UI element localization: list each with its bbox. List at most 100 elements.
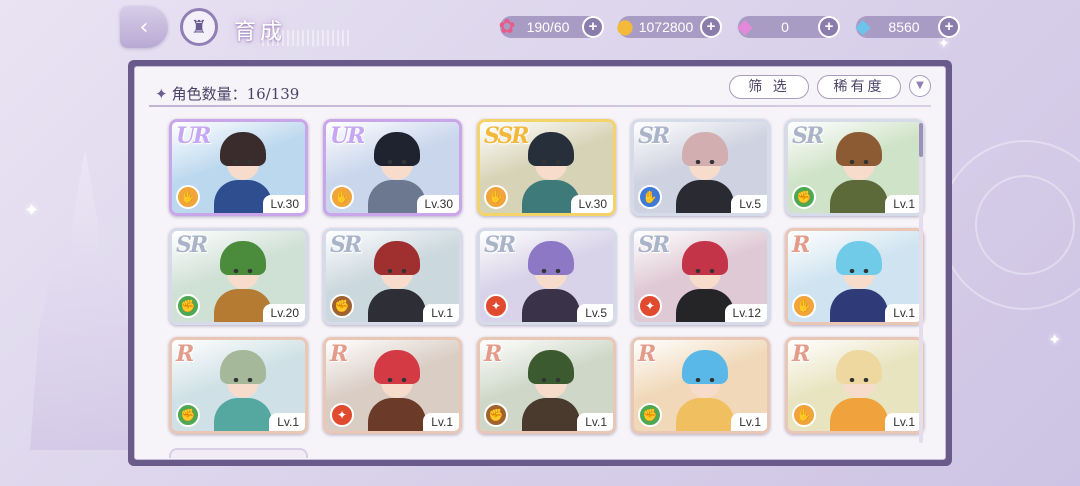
- home-button[interactable]: ♜: [180, 8, 218, 46]
- character-card[interactable]: UR ✋ Lv.30: [169, 119, 308, 216]
- element-type-icon: ✋: [638, 185, 662, 209]
- element-type-icon: ✊: [176, 294, 200, 318]
- element-type-icon: ✊: [484, 403, 508, 427]
- portrait-outfit: [830, 180, 888, 213]
- sparkle-decoration: ✦: [1048, 330, 1062, 349]
- candy-icon: ✿: [498, 14, 516, 38]
- character-card[interactable]: SR ✦ Lv.5: [477, 228, 616, 325]
- portrait-outfit: [368, 398, 426, 431]
- blue-diamond-icon: ◆: [855, 14, 871, 38]
- sort-order-toggle[interactable]: ▼: [909, 75, 931, 97]
- element-type-icon: ✋: [176, 185, 200, 209]
- character-card[interactable]: R ✊ Lv.1: [631, 337, 770, 434]
- rarity-badge: SR: [638, 232, 670, 258]
- level-label: Lv.5: [577, 304, 613, 322]
- add-gold-button[interactable]: +: [700, 16, 722, 38]
- element-type-icon: ✊: [792, 185, 816, 209]
- character-count-text: 角色数量：16/139: [171, 85, 300, 103]
- level-label: Lv.1: [423, 413, 459, 431]
- character-card[interactable]: SR ✊ Lv.1: [323, 228, 462, 325]
- rarity-badge: SSR: [484, 123, 530, 149]
- character-card[interactable]: R ✊ Lv.1: [477, 337, 616, 434]
- character-card[interactable]: R ✋ Lv.1: [785, 337, 924, 434]
- level-label: Lv.30: [570, 195, 613, 213]
- add-pink-gem-button[interactable]: +: [818, 16, 840, 38]
- pink-diamond-icon: ◆: [737, 14, 753, 38]
- rarity-badge: R: [330, 341, 348, 367]
- portrait-eyes: [233, 160, 253, 164]
- element-type-icon: ✊: [330, 294, 354, 318]
- character-card[interactable]: SR ✦ Lv.12: [631, 228, 770, 325]
- character-card[interactable]: SR ✋ Lv.5: [631, 119, 770, 216]
- rarity-badge: UR: [330, 123, 365, 149]
- rarity-badge: UR: [176, 123, 211, 149]
- portrait-eyes: [233, 378, 253, 382]
- element-type-icon: ✦: [638, 294, 662, 318]
- scrollbar-thumb[interactable]: [919, 123, 923, 157]
- sparkle-decoration: ✦: [938, 36, 950, 52]
- resource-gold: ● 1072800 +: [616, 14, 722, 38]
- portrait-outfit: [830, 289, 888, 322]
- character-portrait: [522, 350, 580, 431]
- character-card[interactable]: UR ✋ Lv.30: [323, 119, 462, 216]
- rarity-badge: R: [792, 341, 810, 367]
- rarity-badge: R: [176, 341, 194, 367]
- character-card[interactable]: R ✊ Lv.1: [169, 337, 308, 434]
- character-card[interactable]: SR ✊ Lv.1: [785, 119, 924, 216]
- element-type-icon: ✋: [484, 185, 508, 209]
- level-label: Lv.1: [885, 304, 921, 322]
- level-label: Lv.1: [577, 413, 613, 431]
- header-divider: [149, 105, 931, 107]
- rarity-badge: SR: [484, 232, 516, 258]
- portrait-eyes: [541, 160, 561, 164]
- portrait-outfit: [676, 398, 734, 431]
- sparkle-icon: ✦: [155, 85, 168, 103]
- rarity-badge: SR: [792, 123, 824, 149]
- portrait-eyes: [387, 378, 407, 382]
- character-portrait: [368, 241, 426, 322]
- rarity-badge: R: [638, 341, 656, 367]
- add-stamina-button[interactable]: +: [582, 16, 604, 38]
- resource-blue-gem: ◆ 8560 +: [855, 14, 960, 38]
- add-blue-gem-button[interactable]: +: [938, 16, 960, 38]
- rarity-badge: SR: [176, 232, 208, 258]
- element-type-icon: ✦: [484, 294, 508, 318]
- character-card[interactable]: SSR ✋ Lv.30: [477, 119, 616, 216]
- character-card[interactable]: R ✦ Lv.1: [323, 337, 462, 434]
- character-portrait: [522, 241, 580, 322]
- portrait-eyes: [695, 269, 715, 273]
- character-portrait: [830, 350, 888, 431]
- character-count: ✦ 角色数量：16/139: [155, 83, 299, 104]
- portrait-eyes: [849, 269, 869, 273]
- character-card[interactable]: R ✋ Lv.1: [785, 228, 924, 325]
- portrait-eyes: [849, 378, 869, 382]
- level-label: Lv.30: [262, 195, 305, 213]
- background-ferris-wheel-inner: [975, 175, 1075, 275]
- title-decoration: [262, 30, 352, 46]
- sort-rarity-button[interactable]: 稀有度: [817, 75, 901, 99]
- level-label: Lv.1: [423, 304, 459, 322]
- element-type-icon: ✊: [176, 403, 200, 427]
- sparkle-decoration: ✦: [24, 200, 40, 221]
- back-arrow-icon: ‹: [139, 14, 149, 40]
- back-button[interactable]: ‹: [120, 6, 168, 48]
- portrait-outfit: [368, 289, 426, 322]
- character-portrait: [830, 132, 888, 213]
- resource-pink-gem: ◆ 0 +: [737, 14, 840, 38]
- level-label: Lv.20: [262, 304, 305, 322]
- portrait-eyes: [695, 160, 715, 164]
- character-card-partial[interactable]: [169, 448, 308, 458]
- castle-home-icon: ♜: [190, 16, 208, 38]
- level-label: Lv.1: [731, 413, 767, 431]
- element-type-icon: ✊: [638, 403, 662, 427]
- character-panel-inner: ✦ 角色数量：16/139 筛 选 稀有度 ▼ UR ✋ Lv.30 UR ✋ L…: [134, 66, 946, 460]
- portrait-outfit: [830, 398, 888, 431]
- grid-scrollbar[interactable]: [919, 123, 923, 443]
- element-type-icon: ✋: [330, 185, 354, 209]
- element-type-icon: ✦: [330, 403, 354, 427]
- character-card[interactable]: SR ✊ Lv.20: [169, 228, 308, 325]
- filter-button[interactable]: 筛 选: [729, 75, 809, 99]
- background-castle: [30, 150, 140, 450]
- portrait-eyes: [233, 269, 253, 273]
- rarity-badge: R: [792, 232, 810, 258]
